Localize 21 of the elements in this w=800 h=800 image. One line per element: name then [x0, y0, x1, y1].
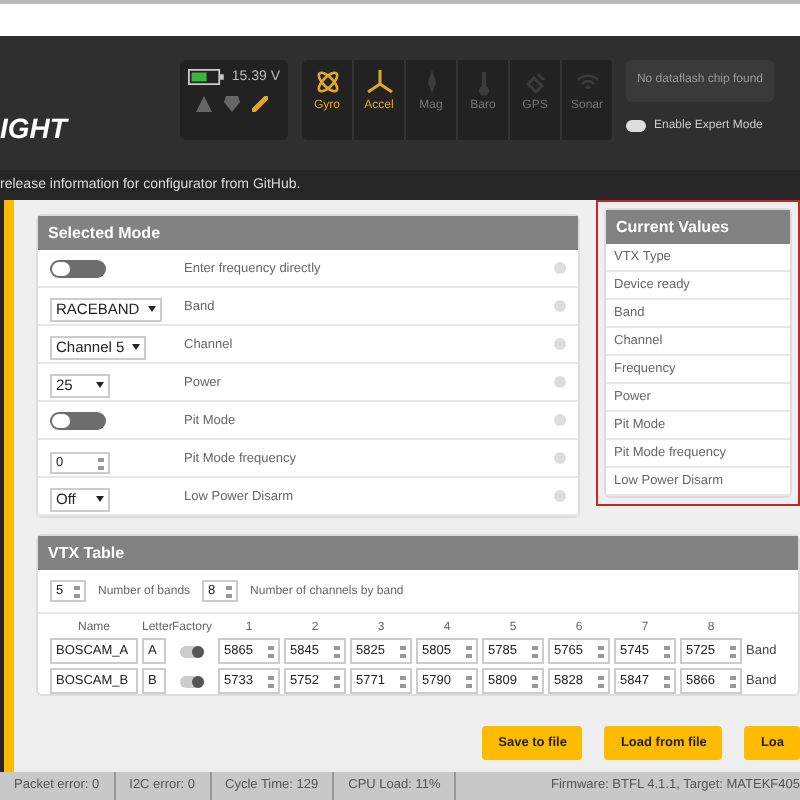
logo-text: IGHT	[0, 112, 71, 144]
panel-title: Selected Mode	[38, 216, 578, 250]
factory-toggle[interactable]	[180, 645, 204, 657]
help-icon[interactable]	[554, 414, 566, 426]
factory-toggle[interactable]	[180, 675, 204, 687]
atom-icon	[313, 68, 341, 96]
help-icon[interactable]	[554, 376, 566, 388]
battery-icon	[188, 68, 224, 86]
warning-icon	[196, 96, 212, 112]
help-icon[interactable]	[554, 338, 566, 350]
help-icon[interactable]	[554, 452, 566, 464]
help-icon[interactable]	[554, 490, 566, 502]
toggle-switch[interactable]	[50, 259, 106, 277]
panel-title: VTX Table	[38, 536, 798, 570]
panel-title: Current Values	[606, 210, 790, 244]
toggle-switch[interactable]	[50, 411, 106, 429]
axes-icon	[365, 68, 393, 96]
help-icon[interactable]	[554, 262, 566, 274]
expert-mode-toggle[interactable]	[626, 120, 646, 132]
diamond-icon	[224, 96, 240, 112]
help-icon[interactable]	[554, 300, 566, 312]
